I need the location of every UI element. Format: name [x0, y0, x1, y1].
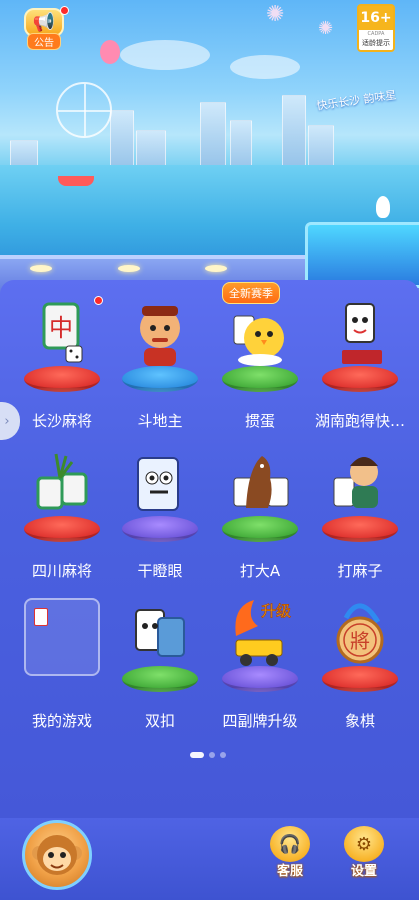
game-label: 象棋	[344, 712, 375, 730]
notice-red-dot	[60, 6, 69, 15]
monkey-avatar-icon	[32, 835, 82, 875]
horse-cards-icon	[224, 446, 296, 528]
ferris-wheel	[56, 82, 112, 138]
floor-light	[118, 265, 140, 272]
game-label: 干瞪眼	[137, 562, 183, 580]
game-doudizhu[interactable]: 斗地主	[110, 296, 210, 430]
chess-text: 將	[350, 629, 370, 653]
game-label: 四川麻将	[31, 562, 92, 580]
upgrade-truck-icon: 升级	[224, 596, 296, 678]
sichuan-mahjong-icon	[26, 446, 98, 528]
game-guandan[interactable]: 全新赛季 掼蛋	[210, 282, 310, 430]
headset-icon: 🎧	[270, 826, 310, 862]
game-changsha-mahjong[interactable]: 中 长沙麻将	[12, 296, 112, 430]
stare-card-icon	[124, 446, 196, 528]
boat	[58, 176, 94, 186]
game-label: 打大A	[239, 562, 281, 580]
game-chinese-chess[interactable]: 將 象棋	[310, 596, 410, 730]
age-rating: 16+	[359, 6, 393, 30]
game-label: 斗地主	[137, 412, 183, 430]
cloud	[230, 55, 300, 79]
game-label: 掼蛋	[244, 412, 275, 430]
game-my-games[interactable]: 我的游戏	[12, 596, 112, 730]
age-tip: 适龄提示	[362, 39, 390, 47]
game-label: 双扣	[144, 712, 175, 730]
game-shuangkou[interactable]: 双扣	[110, 596, 210, 730]
landlord-character-icon	[124, 296, 196, 378]
double-cards-icon	[124, 596, 196, 678]
floor-light	[205, 265, 227, 272]
firework-icon: ✺	[266, 2, 285, 27]
svg-text:中: 中	[49, 314, 73, 342]
notice-button[interactable]: 📢 公告	[22, 6, 69, 50]
page-dot-active[interactable]	[190, 752, 204, 758]
settings-button[interactable]: ⚙ 设置	[338, 826, 390, 882]
page-dot[interactable]	[220, 752, 226, 758]
age-rating-badge[interactable]: 16+ CADPA 适龄提示	[357, 4, 395, 52]
game-four-deck-upgrade[interactable]: 升级 四副牌升级	[210, 596, 310, 730]
bird-figure	[376, 196, 390, 218]
gear-icon: ⚙	[344, 826, 384, 862]
game-label: 打麻子	[337, 562, 383, 580]
game-label: 四副牌升级	[222, 712, 298, 730]
page-dot[interactable]	[209, 752, 215, 758]
game-dada-a[interactable]: 打大A	[210, 446, 310, 580]
my-games-icon	[24, 598, 100, 676]
service-label: 客服	[276, 864, 303, 879]
warrior-card-icon	[324, 446, 396, 528]
age-org: CADPA	[367, 31, 385, 37]
led-billboard	[305, 222, 419, 288]
floor-light	[30, 265, 52, 272]
firework-icon: ✺	[318, 18, 334, 39]
mini-card-icon	[34, 608, 48, 626]
user-avatar[interactable]	[22, 820, 92, 890]
hot-air-balloon	[100, 40, 120, 64]
chick-cards-icon	[224, 296, 296, 378]
game-label: 湖南跑得快…	[314, 412, 405, 430]
settings-label: 设置	[350, 864, 377, 879]
chess-piece-icon: 將	[324, 596, 396, 678]
running-card-icon	[324, 296, 396, 378]
upgrade-text: 升级	[261, 602, 291, 620]
new-season-tag: 全新赛季	[222, 282, 280, 304]
game-hunan-paodekuai[interactable]: 湖南跑得快…	[310, 296, 410, 430]
mahjong-tile-icon: 中	[26, 296, 98, 378]
new-red-dot	[94, 296, 103, 305]
cloud	[120, 40, 210, 70]
game-label: 我的游戏	[31, 712, 92, 730]
game-gandengyan[interactable]: 干瞪眼	[110, 446, 210, 580]
game-label: 长沙麻将	[31, 412, 92, 430]
page-indicator	[190, 752, 226, 758]
game-damazi[interactable]: 打麻子	[310, 446, 410, 580]
game-sichuan-mahjong[interactable]: 四川麻将	[12, 446, 112, 580]
notice-label: 公告	[27, 33, 61, 50]
customer-service-button[interactable]: 🎧 客服	[264, 826, 316, 882]
